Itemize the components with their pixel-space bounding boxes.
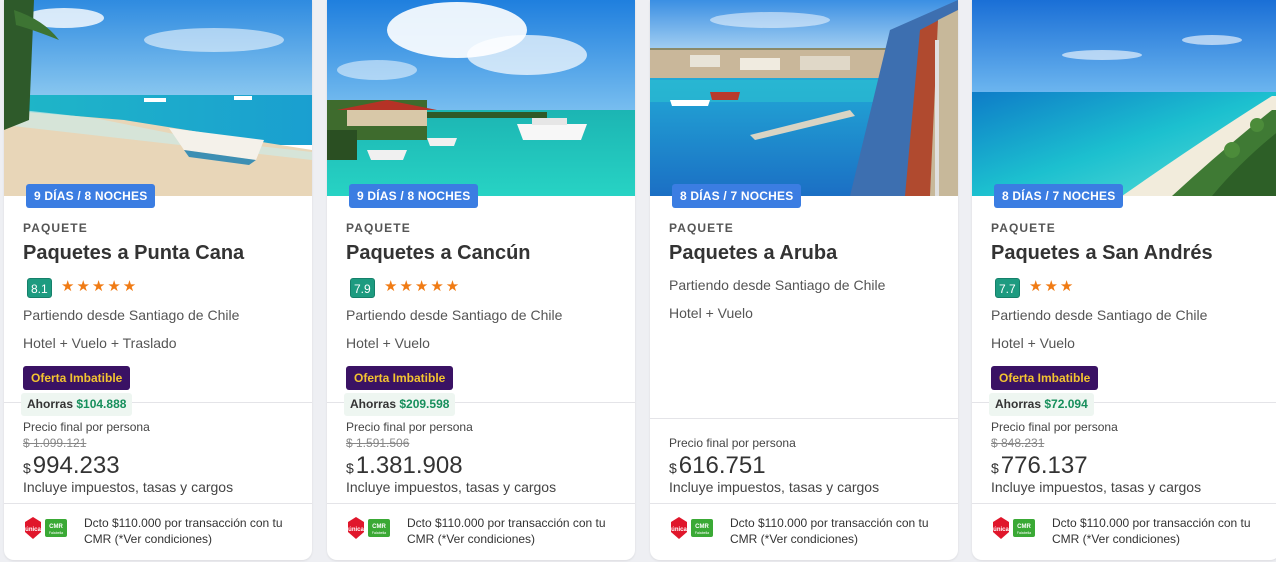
unica-cmr-logo-icon: única CMR Falabella [348,517,390,539]
duration-badge: 8 DÍAS / 7 NOCHES [994,184,1124,208]
divider [972,503,1276,504]
price-value: 994.233 [32,452,120,479]
divider [650,503,958,504]
offer-badge: Oferta Imbatible [991,366,1099,390]
taxes-note: Incluye impuestos, tasas y cargos [346,479,557,495]
package-card-cancun[interactable]: 9 DÍAS / 8 NOCHES PAQUETE Paquetes a Can… [327,0,635,560]
offer-badge: Oferta Imbatible [23,366,131,390]
currency-symbol: $ [346,460,354,476]
package-card-punta-cana[interactable]: 9 DÍAS / 8 NOCHES PAQUETE Paquetes a Pun… [4,0,312,560]
destination-photo[interactable] [327,0,635,196]
svg-text:CMR: CMR [1017,524,1031,530]
beach-photo [4,0,312,196]
package-includes: Hotel + Vuelo + Traslado [23,335,177,351]
currency-symbol: $ [669,460,677,476]
cmr-promo-text[interactable]: Dcto $110.000 por transacción con tu CMR… [1052,515,1262,547]
price-label: Precio final por persona [23,420,150,434]
taxes-note: Incluye impuestos, tasas y cargos [669,479,880,495]
duration-badge: 9 DÍAS / 8 NOCHES [349,184,479,208]
currency-symbol: $ [23,460,31,476]
rating-badge: 7.9 [350,278,375,298]
rating-badge: 8.1 [27,278,52,298]
marina-photo [327,0,635,196]
product-type: PAQUETE [23,221,88,235]
svg-text:única: única [671,527,687,533]
rating-badge: 7.7 [995,278,1020,298]
price-value: 616.751 [678,452,766,479]
departure-city: Partiendo desde Santiago de Chile [991,307,1208,323]
original-price: $ 848.231 [991,436,1045,450]
taxes-note: Incluye impuestos, tasas y cargos [991,479,1202,495]
star-rating-icon: ★★★★★ [61,278,139,295]
taxes-note: Incluye impuestos, tasas y cargos [23,479,234,495]
svg-text:CMR: CMR [695,524,709,530]
departure-city: Partiendo desde Santiago de Chile [23,307,240,323]
departure-city: Partiendo desde Santiago de Chile [346,307,563,323]
savings-badge: Ahorras $209.598 [344,393,456,416]
coast-photo [972,0,1276,196]
cmr-promo-text[interactable]: Dcto $110.000 por transacción con tu CMR… [84,515,294,547]
divider [4,503,312,504]
savings-label: Ahorras [995,397,1042,411]
currency-symbol: $ [991,460,999,476]
product-type: PAQUETE [346,221,411,235]
svg-text:CMR: CMR [49,524,63,530]
svg-text:CMR: CMR [372,524,386,530]
price-value: 1.381.908 [355,452,463,479]
cmr-promo-text[interactable]: Dcto $110.000 por transacción con tu CMR… [407,515,617,547]
package-includes: Hotel + Vuelo [346,335,430,351]
package-card-aruba[interactable]: 8 DÍAS / 7 NOCHES PAQUETE Paquetes a Aru… [650,0,958,560]
svg-text:única: única [348,527,364,533]
price-value: 776.137 [1000,452,1088,479]
savings-amount: $209.598 [399,397,450,411]
svg-text:Falabella: Falabella [372,531,386,535]
destination-photo[interactable] [4,0,312,196]
package-card-san-andres[interactable]: 8 DÍAS / 7 NOCHES PAQUETE Paquetes a San… [972,0,1276,560]
destination-photo[interactable] [650,0,958,196]
svg-text:única: única [25,527,41,533]
divider [327,503,635,504]
cmr-promo-text[interactable]: Dcto $110.000 por transacción con tu CMR… [730,515,940,547]
product-type: PAQUETE [991,221,1056,235]
original-price: $ 1.099.121 [23,436,87,450]
destination-photo[interactable] [972,0,1276,196]
package-includes: Hotel + Vuelo [991,335,1075,351]
savings-label: Ahorras [350,397,397,411]
duration-badge: 9 DÍAS / 8 NOCHES [26,184,156,208]
offer-badge: Oferta Imbatible [346,366,454,390]
original-price: $ 1.591.506 [346,436,410,450]
package-title[interactable]: Paquetes a Cancún [346,242,531,265]
final-price: $1.381.908 [346,452,463,480]
package-title[interactable]: Paquetes a Punta Cana [23,242,244,265]
savings-amount: $72.094 [1044,397,1088,411]
savings-amount: $104.888 [76,397,127,411]
unica-cmr-logo-icon: única CMR Falabella [25,517,67,539]
unica-cmr-logo-icon: única CMR Falabella [671,517,713,539]
star-rating-icon: ★★★ [1029,278,1076,295]
svg-text:Falabella: Falabella [49,531,63,535]
price-label: Precio final por persona [991,420,1118,434]
svg-text:Falabella: Falabella [1017,531,1031,535]
svg-text:Falabella: Falabella [695,531,709,535]
savings-label: Ahorras [27,397,74,411]
unica-cmr-logo-icon: única CMR Falabella [993,517,1035,539]
price-label: Precio final por persona [669,436,796,450]
duration-badge: 8 DÍAS / 7 NOCHES [672,184,802,208]
savings-badge: Ahorras $104.888 [21,393,133,416]
divider [650,418,958,419]
final-price: $616.751 [669,452,766,480]
harbor-photo [650,0,958,196]
savings-badge: Ahorras $72.094 [989,393,1094,416]
price-label: Precio final por persona [346,420,473,434]
star-rating-icon: ★★★★★ [384,278,462,295]
final-price: $776.137 [991,452,1088,480]
package-title[interactable]: Paquetes a Aruba [669,242,837,265]
product-type: PAQUETE [669,221,734,235]
final-price: $994.233 [23,452,120,480]
package-includes: Hotel + Vuelo [669,305,753,321]
package-title[interactable]: Paquetes a San Andrés [991,242,1213,265]
departure-city: Partiendo desde Santiago de Chile [669,277,886,293]
svg-text:única: única [993,527,1009,533]
